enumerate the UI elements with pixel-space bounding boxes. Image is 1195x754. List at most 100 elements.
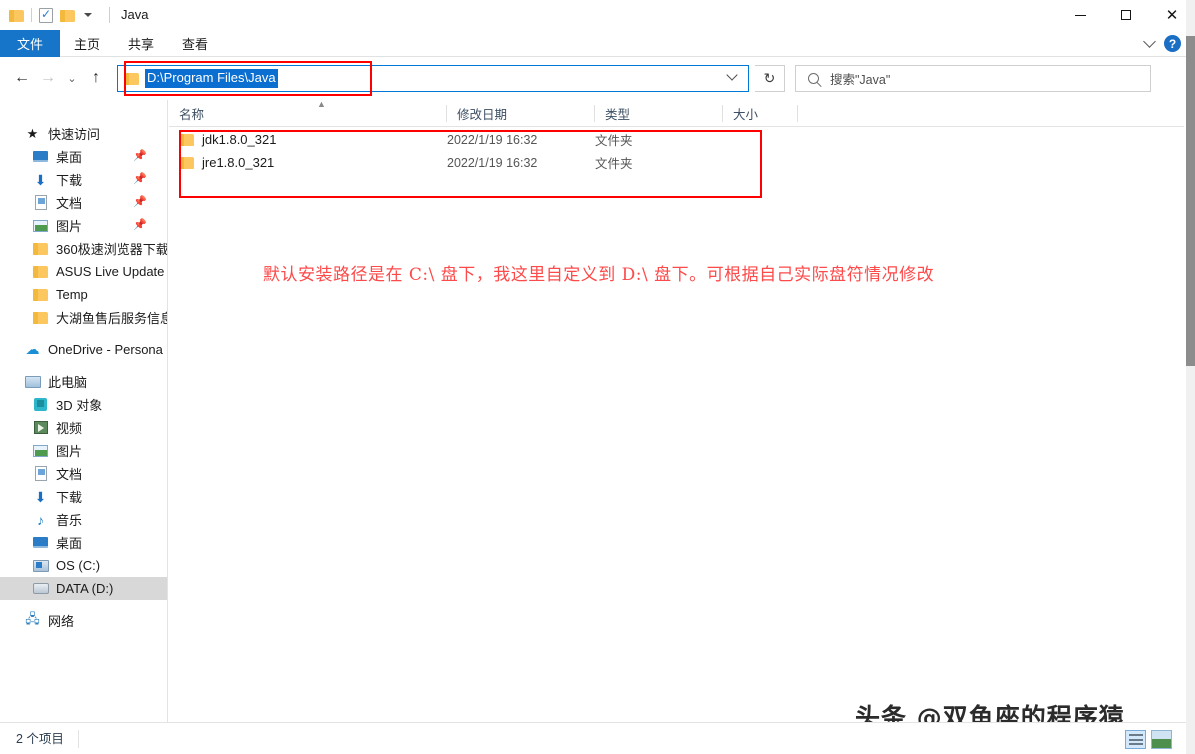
sidebar-item-downloads-pc[interactable]: ⬇ 下载	[0, 485, 167, 508]
sidebar-item-label: 3D 对象	[56, 395, 102, 414]
file-rows: jdk1.8.0_321 2022/1/19 16:32 文件夹 jre1.8.…	[169, 128, 1184, 174]
table-row[interactable]: jre1.8.0_321 2022/1/19 16:32 文件夹	[169, 151, 1184, 174]
column-header-name[interactable]: 名称 ▲	[169, 100, 447, 127]
refresh-button[interactable]: ↻	[755, 65, 785, 92]
close-icon: ✕	[1166, 8, 1179, 23]
forward-button[interactable]: →	[35, 65, 61, 91]
address-dropdown-button[interactable]	[715, 65, 749, 90]
search-input[interactable]: 搜索"Java"	[830, 69, 890, 88]
annotation-text: 默认安装路径是在 C:\ 盘下，我这里自定义到 D:\ 盘下。可根据自己实际盘符…	[263, 260, 1123, 285]
sidebar-item-quick-access[interactable]: ★ 快速访问	[0, 122, 167, 145]
desktop-icon	[32, 534, 49, 551]
tab-home[interactable]: 主页	[60, 30, 114, 57]
customize-dropdown-icon[interactable]	[84, 13, 92, 17]
pictures-icon	[32, 217, 49, 234]
sidebar-item-label: 此电脑	[48, 372, 87, 391]
sidebar-item-temp[interactable]: Temp	[0, 283, 167, 306]
column-label: 大小	[733, 104, 758, 123]
sidebar-item-this-pc[interactable]: 此电脑	[0, 370, 167, 393]
sidebar-item-documents[interactable]: 文档 📌	[0, 191, 167, 214]
navigation-pane[interactable]: ★ 快速访问 桌面 📌 ⬇ 下载 📌 文档 📌 图片 📌 360极速浏览器下载	[0, 100, 168, 722]
sidebar-item-desktop[interactable]: 桌面 📌	[0, 145, 167, 168]
folder-icon[interactable]	[9, 9, 24, 22]
sidebar-item-label: Temp	[56, 287, 88, 302]
pin-icon[interactable]: 📌	[133, 196, 145, 208]
title-bar: Java ✕	[0, 0, 1195, 30]
sidebar-item-pictures-pc[interactable]: 图片	[0, 439, 167, 462]
star-icon: ★	[24, 125, 41, 142]
desktop-icon	[32, 148, 49, 165]
sidebar-item-os-c-drive[interactable]: OS (C:)	[0, 554, 167, 577]
address-input[interactable]: D:\Program Files\Java	[145, 69, 278, 88]
videos-icon	[32, 419, 49, 436]
pin-icon[interactable]: 📌	[133, 173, 145, 185]
sidebar-item-label: OS (C:)	[56, 558, 100, 573]
sidebar-item-360-downloads[interactable]: 360极速浏览器下载	[0, 237, 167, 260]
sidebar-item-label: 文档	[56, 464, 82, 483]
column-header-size[interactable]: 大小	[723, 100, 798, 127]
sidebar-item-network[interactable]: 🖧 网络	[0, 609, 167, 632]
up-button[interactable]: ↑	[83, 65, 109, 91]
column-label: 名称	[179, 104, 204, 123]
sidebar-item-label: 图片	[56, 216, 82, 235]
sidebar-item-label: 快速访问	[48, 124, 100, 143]
sidebar-item-pictures[interactable]: 图片 📌	[0, 214, 167, 237]
nav-buttons: ← → ⌄ ↑	[0, 65, 109, 91]
status-bar: 2 个项目	[0, 722, 1188, 754]
tab-share[interactable]: 共享	[114, 30, 168, 57]
recent-locations-button[interactable]: ⌄	[61, 65, 83, 91]
sidebar-item-data-d-drive[interactable]: DATA (D:)	[0, 577, 167, 600]
file-name: jdk1.8.0_321	[202, 132, 276, 147]
file-list-pane[interactable]: 名称 ▲ 修改日期 类型 大小 jdk1.8.0_321 2022/1/19 1…	[169, 100, 1184, 722]
sidebar-item-3d-objects[interactable]: 3D 对象	[0, 393, 167, 416]
help-button[interactable]: ?	[1164, 35, 1181, 52]
file-explorer-window: Java ✕ 文件 主页 共享 查看 ? ← → ⌄ ↑ D:\Program …	[0, 0, 1195, 754]
sidebar-item-asus-live-update[interactable]: ASUS Live Update	[0, 260, 167, 283]
sidebar-item-videos[interactable]: 视频	[0, 416, 167, 439]
navigation-bar: ← → ⌄ ↑ D:\Program Files\Java ↻ 搜索"Java"	[0, 58, 1195, 98]
view-mode-buttons	[1125, 730, 1172, 749]
column-header-date-modified[interactable]: 修改日期	[447, 100, 595, 127]
network-icon: 🖧	[24, 612, 41, 629]
new-folder-icon[interactable]	[60, 9, 75, 22]
scrollbar-thumb[interactable]	[1186, 36, 1195, 366]
search-box[interactable]: 搜索"Java"	[795, 65, 1151, 92]
details-view-icon[interactable]	[1125, 730, 1146, 749]
pin-icon[interactable]: 📌	[133, 219, 145, 231]
thumbnails-view-icon[interactable]	[1151, 730, 1172, 749]
sidebar-item-music[interactable]: ♪ 音乐	[0, 508, 167, 531]
folder-icon	[32, 263, 49, 280]
file-type: 文件夹	[595, 130, 723, 149]
tab-file[interactable]: 文件	[0, 30, 60, 57]
sidebar-item-downloads[interactable]: ⬇ 下载 📌	[0, 168, 167, 191]
sidebar-item-label: ASUS Live Update	[56, 264, 164, 279]
address-bar[interactable]: D:\Program Files\Java	[117, 65, 749, 92]
chevron-down-icon[interactable]	[1143, 35, 1156, 48]
column-headers: 名称 ▲ 修改日期 类型 大小	[169, 100, 1184, 127]
pin-icon[interactable]: 📌	[133, 150, 145, 162]
window-title: Java	[109, 7, 148, 23]
sidebar-item-desktop-pc[interactable]: 桌面	[0, 531, 167, 554]
maximize-button[interactable]	[1103, 0, 1149, 30]
sidebar-item-label: 音乐	[56, 510, 82, 529]
column-header-type[interactable]: 类型	[595, 100, 723, 127]
download-icon: ⬇	[32, 171, 49, 188]
page-scrollbar[interactable]	[1186, 0, 1195, 754]
sidebar-item-label: 下载	[56, 170, 82, 189]
sidebar-item-label: 图片	[56, 441, 82, 460]
chevron-down-icon	[726, 69, 737, 80]
properties-checkbox-icon[interactable]	[39, 8, 53, 23]
column-label: 类型	[605, 104, 630, 123]
sidebar-item-documents-pc[interactable]: 文档	[0, 462, 167, 485]
ribbon-tab-bar: 文件 主页 共享 查看	[0, 30, 1195, 57]
tab-view[interactable]: 查看	[168, 30, 222, 57]
back-button[interactable]: ←	[9, 65, 35, 91]
document-icon	[32, 465, 49, 482]
sidebar-item-dahuyu-service[interactable]: 大湖鱼售后服务信息	[0, 306, 167, 329]
spacer	[0, 361, 167, 370]
sidebar-item-label: 视频	[56, 418, 82, 437]
sidebar-item-onedrive[interactable]: ☁ OneDrive - Persona	[0, 338, 167, 361]
sidebar-item-label: 大湖鱼售后服务信息	[56, 308, 168, 327]
table-row[interactable]: jdk1.8.0_321 2022/1/19 16:32 文件夹	[169, 128, 1184, 151]
minimize-button[interactable]	[1057, 0, 1103, 30]
